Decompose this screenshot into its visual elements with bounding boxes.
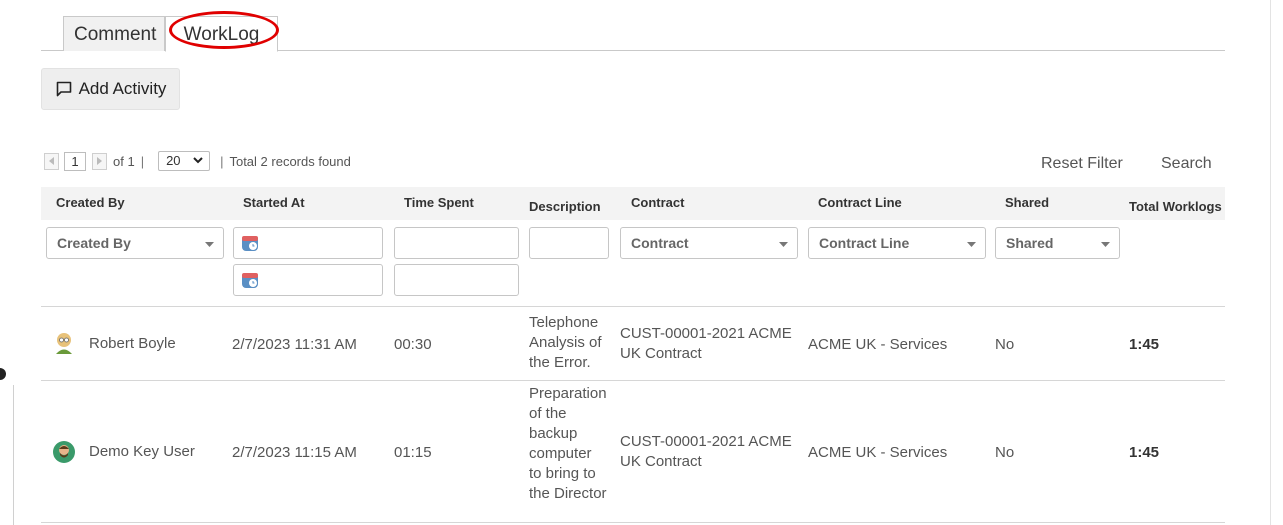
search-link[interactable]: Search — [1161, 155, 1212, 173]
add-activity-label: Add Activity — [78, 79, 167, 98]
chevron-down-icon — [205, 242, 214, 247]
page-size-value: 20 — [166, 153, 181, 168]
pager-separator: | — [140, 153, 145, 169]
shared-cell: No — [995, 336, 1015, 353]
col-started-at[interactable]: Started At — [243, 195, 305, 210]
calendar-icon — [242, 273, 258, 288]
contract-filter-text: Contract — [631, 235, 689, 251]
right-scroll-rail — [1270, 0, 1283, 525]
description-line: to bring to — [529, 465, 596, 482]
contract-cell: CUST-00001-2021 ACME UK Contract — [620, 324, 792, 364]
description-line: of the — [529, 405, 567, 422]
time-spent-cell: 00:30 — [394, 336, 432, 353]
total-records-text: Total 2 records found — [229, 153, 351, 169]
contract-line-filter[interactable]: Contract Line — [808, 227, 986, 259]
description-line: Analysis of — [529, 334, 602, 351]
chevron-down-icon — [193, 157, 203, 164]
started-at-cell: 2/7/2023 11:31 AM — [232, 336, 357, 353]
contract-line-cell: ACME UK - Services — [808, 444, 948, 461]
description-line: computer — [529, 445, 592, 462]
started-at-from-filter[interactable] — [233, 227, 383, 259]
time-spent-cell: 01:15 — [394, 444, 432, 461]
prev-page-icon[interactable] — [44, 152, 59, 170]
pager: 1 of 1 | 20 | Total 2 records found — [44, 150, 351, 172]
calendar-icon — [242, 236, 258, 251]
chat-bubble-icon — [56, 81, 71, 97]
chevron-down-icon — [1101, 242, 1110, 247]
tab-comment[interactable]: Comment — [63, 16, 165, 51]
contract-cell: CUST-00001-2021 ACME UK Contract — [620, 432, 792, 472]
page-size-select[interactable]: 20 — [158, 151, 211, 171]
started-at-to-filter[interactable] — [233, 264, 383, 296]
col-time-spent[interactable]: Time Spent — [404, 195, 474, 210]
description-line: backup — [529, 425, 578, 442]
pager-separator-2: | — [220, 153, 224, 169]
user-avatar-icon — [53, 441, 75, 463]
description-line: Preparation — [529, 385, 607, 402]
description-cell: Telephone Analysis of the Error. — [529, 313, 602, 373]
contract-filter[interactable]: Contract — [620, 227, 798, 259]
table-header: Created By Started At Time Spent Descrip… — [41, 187, 1225, 220]
contract-line-text: CUST-00001-2021 ACME — [620, 433, 792, 450]
chevron-down-icon — [967, 242, 976, 247]
contract-line-text: CUST-00001-2021 ACME — [620, 325, 792, 342]
col-description[interactable]: Description — [529, 199, 601, 214]
created-by-cell: Robert Boyle — [89, 335, 176, 352]
col-shared[interactable]: Shared — [1005, 195, 1049, 210]
description-line: the Director — [529, 485, 607, 502]
description-line: Telephone — [529, 314, 599, 331]
row-divider — [41, 306, 1225, 307]
description-filter[interactable] — [529, 227, 609, 259]
col-created-by[interactable]: Created By — [56, 195, 125, 210]
contract-line-cell: ACME UK - Services — [808, 336, 948, 353]
created-by-cell: Demo Key User — [89, 443, 195, 460]
col-total-worklogs[interactable]: Total Worklogs — [1129, 199, 1222, 214]
row-divider — [41, 522, 1225, 523]
description-cell: Preparation of the backup computer to br… — [529, 384, 607, 504]
shared-filter-text: Shared — [1006, 235, 1054, 251]
tab-bar: Comment WorkLog — [41, 16, 1225, 52]
col-contract[interactable]: Contract — [631, 195, 684, 210]
time-spent-from-filter[interactable] — [394, 227, 519, 259]
shared-cell: No — [995, 444, 1015, 461]
started-at-cell: 2/7/2023 11:15 AM — [232, 444, 357, 461]
col-contract-line[interactable]: Contract Line — [818, 195, 902, 210]
contract-line-text: UK Contract — [620, 345, 702, 362]
left-edge-dot — [0, 368, 6, 380]
reset-filter-link[interactable]: Reset Filter — [1041, 155, 1123, 173]
total-worklogs-cell: 1:45 — [1129, 336, 1160, 353]
page-number-input[interactable]: 1 — [64, 151, 86, 171]
total-worklogs-cell: 1:45 — [1129, 444, 1160, 461]
left-edge-line — [13, 385, 14, 525]
row-divider — [41, 380, 1225, 381]
time-spent-to-filter[interactable] — [394, 264, 519, 296]
tab-worklog[interactable]: WorkLog — [165, 16, 278, 52]
add-activity-button[interactable]: Add Activity — [41, 68, 180, 110]
description-line: the Error. — [529, 354, 591, 371]
next-page-icon[interactable] — [92, 152, 107, 170]
created-by-filter[interactable]: Created By — [46, 227, 224, 259]
contract-line-filter-text: Contract Line — [819, 235, 910, 251]
contract-line-text: UK Contract — [620, 453, 702, 470]
created-by-filter-text: Created By — [57, 235, 131, 251]
page-of-text: of 1 — [113, 153, 135, 169]
shared-filter[interactable]: Shared — [995, 227, 1120, 259]
user-avatar-icon — [56, 333, 72, 354]
chevron-down-icon — [779, 242, 788, 247]
